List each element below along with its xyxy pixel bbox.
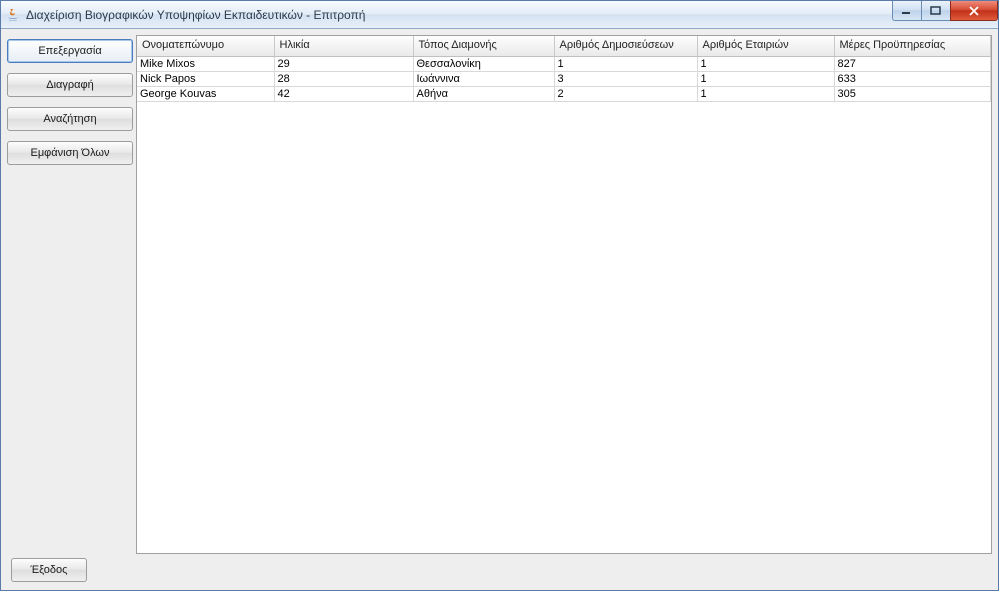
table-row[interactable]: Mike Mixos29Θεσσαλονίκη11827 (137, 56, 991, 71)
cell-companies[interactable]: 1 (697, 56, 834, 71)
cell-residence[interactable]: Αθήνα (413, 86, 554, 101)
cell-residence[interactable]: Θεσσαλονίκη (413, 56, 554, 71)
cell-service_days[interactable]: 827 (834, 56, 991, 71)
table-header-row: Ονοματεπώνυμο Ηλικία Τόπος Διαμονής Αριθ… (137, 36, 991, 56)
col-companies[interactable]: Αριθμός Εταιριών (697, 36, 834, 56)
cell-companies[interactable]: 1 (697, 86, 834, 101)
data-table-container: Ονοματεπώνυμο Ηλικία Τόπος Διαμονής Αριθ… (136, 35, 992, 554)
edit-button[interactable]: Επεξεργασία (7, 39, 133, 63)
table-row[interactable]: George Kouvas42Αθήνα21305 (137, 86, 991, 101)
col-publications[interactable]: Αριθμός Δημοσιεύσεων (554, 36, 697, 56)
titlebar[interactable]: Διαχείριση Βιογραφικών Υποψηφίων Εκπαιδε… (1, 1, 998, 29)
cell-name[interactable]: George Kouvas (137, 86, 274, 101)
cell-publications[interactable]: 2 (554, 86, 697, 101)
minimize-button[interactable] (892, 1, 922, 21)
cell-name[interactable]: Mike Mixos (137, 56, 274, 71)
table-body: Mike Mixos29Θεσσαλονίκη11827Nick Papos28… (137, 56, 991, 101)
table-row[interactable]: Nick Papos28Ιωάννινα31633 (137, 71, 991, 86)
sidebar: Επεξεργασία Διαγραφή Αναζήτηση Εμφάνιση … (7, 35, 133, 554)
java-app-icon (5, 7, 21, 23)
cell-age[interactable]: 42 (274, 86, 413, 101)
cell-service_days[interactable]: 633 (834, 71, 991, 86)
cell-age[interactable]: 29 (274, 56, 413, 71)
col-age[interactable]: Ηλικία (274, 36, 413, 56)
window-title: Διαχείριση Βιογραφικών Υποψηφίων Εκπαιδε… (26, 8, 365, 22)
window-controls (893, 1, 998, 21)
col-residence[interactable]: Τόπος Διαμονής (413, 36, 554, 56)
cell-publications[interactable]: 1 (554, 56, 697, 71)
cell-publications[interactable]: 3 (554, 71, 697, 86)
col-service-days[interactable]: Μέρες Προϋπηρεσίας (834, 36, 991, 56)
cell-service_days[interactable]: 305 (834, 86, 991, 101)
cell-name[interactable]: Nick Papos (137, 71, 274, 86)
data-table[interactable]: Ονοματεπώνυμο Ηλικία Τόπος Διαμονής Αριθ… (137, 36, 991, 102)
bottom-bar: Έξοδος (1, 554, 998, 590)
maximize-button[interactable] (921, 1, 951, 21)
search-button[interactable]: Αναζήτηση (7, 107, 133, 131)
app-window: Διαχείριση Βιογραφικών Υποψηφίων Εκπαιδε… (0, 0, 999, 591)
exit-button[interactable]: Έξοδος (11, 558, 87, 582)
col-name[interactable]: Ονοματεπώνυμο (137, 36, 274, 56)
show-all-button[interactable]: Εμφάνιση Όλων (7, 141, 133, 165)
close-button[interactable] (950, 1, 998, 21)
main-area: Επεξεργασία Διαγραφή Αναζήτηση Εμφάνιση … (1, 29, 998, 554)
client-area: Επεξεργασία Διαγραφή Αναζήτηση Εμφάνιση … (1, 29, 998, 590)
cell-companies[interactable]: 1 (697, 71, 834, 86)
cell-residence[interactable]: Ιωάννινα (413, 71, 554, 86)
cell-age[interactable]: 28 (274, 71, 413, 86)
delete-button[interactable]: Διαγραφή (7, 73, 133, 97)
